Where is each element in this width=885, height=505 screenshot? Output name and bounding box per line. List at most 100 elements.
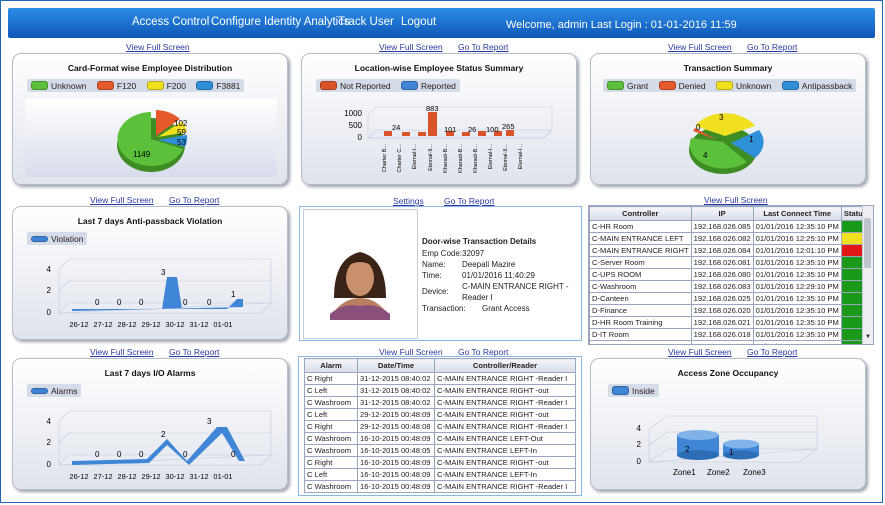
go-to-report-link-door[interactable]: Go To Report	[444, 196, 494, 206]
view-full-screen-link-location[interactable]: View Full Screen	[379, 42, 443, 52]
table-row[interactable]: C-MAIN ENTRANCE LEFT 192.168.026.082 01/01…	[589, 232, 871, 245]
legend-item: Denied	[658, 79, 706, 92]
table-row[interactable]: D-IT Room 192.168.026.018 01/01/2016 12:35…	[589, 328, 871, 341]
legend-item: Unknown	[31, 79, 86, 92]
view-full-screen-link-transaction[interactable]: View Full Screen	[668, 42, 732, 52]
x-label: 28-12	[117, 472, 136, 481]
controller-status-table: Controller IP Last Connect Time Status C…	[589, 206, 871, 344]
alarm-cell: C Washroom	[304, 396, 358, 409]
view-full-screen-link-card-format[interactable]: View Full Screen	[126, 42, 190, 52]
column-header[interactable]: Alarm	[304, 358, 358, 373]
y-tick: 0	[358, 133, 363, 142]
column-header[interactable]: Last Connect Time	[752, 206, 842, 221]
alarm-rows: C Right 31-12-2015 08:40:02 C-MAIN ENTRANC…	[304, 372, 576, 493]
table-row[interactable]: C-UPS ROOM 192.168.026.080 01/01/2016 12:3…	[589, 268, 871, 281]
go-to-report-link-location[interactable]: Go To Report	[458, 42, 508, 52]
nav-access-control[interactable]: Access Control	[132, 16, 209, 28]
device-value: C-MAIN ENTRANCE RIGHT - Reader I	[462, 282, 569, 302]
table-row[interactable]: C Left 31-12-2015 08:40:02 C-MAIN ENTRANCE…	[304, 384, 576, 397]
alarm-time-cell: 16-10-2015 00:48:09	[357, 480, 435, 493]
legend-label: Antipassback	[801, 80, 853, 91]
employee-photo	[303, 209, 418, 339]
legend-swatch	[320, 81, 337, 90]
legend-label: Denied	[678, 80, 706, 91]
io-alarms-area-chart: 4 2 0 0 0 0 2 0 3 0 26-12 27-12 28-12 29…	[47, 410, 272, 481]
view-full-screen-link-antipassback[interactable]: View Full Screen	[90, 195, 154, 205]
table-row[interactable]: C Right 31-12-2015 08:40:02 C-MAIN ENTRANC…	[304, 372, 576, 385]
x-label: Eternal-I...	[412, 144, 418, 170]
data-label: 0	[95, 450, 100, 459]
data-label: 0	[95, 298, 100, 307]
table-row[interactable]: D-Canteen 192.168.026.025 01/01/2016 12:35…	[589, 292, 871, 305]
table-row[interactable]: D-Finance 192.168.026.020 01/01/2016 12:35…	[589, 304, 871, 317]
go-to-report-link-zone[interactable]: Go To Report	[747, 347, 797, 357]
data-label: 0	[183, 450, 188, 459]
welcome-last-login: Welcome, admin Last Login : 01-01-2016 1…	[506, 19, 737, 31]
ip-cell: 192.168.026.080	[690, 268, 754, 281]
table-row[interactable]: C Left 16-10-2015 00:48:09 C-MAIN ENTRANCE…	[304, 468, 576, 481]
antipassback-area-chart: 4 2 0 0 0 0 3 0 0 1 26-12 27-12 28-12 29…	[47, 258, 272, 329]
table-row[interactable]: C Washroom 16-10-2015 00:48:09 C-MAIN ENTR…	[304, 480, 576, 493]
column-header[interactable]: Date/Time	[357, 358, 435, 373]
table-row[interactable]: C Left 29-12-2015 00:48:09 C-MAIN ENTRANCE…	[304, 408, 576, 421]
table-row[interactable]: C Washroom 16-10-2015 00:48:05 C-MAIN ENTR…	[304, 444, 576, 457]
view-full-screen-link-zone[interactable]: View Full Screen	[668, 347, 732, 357]
legend-swatch	[400, 81, 418, 90]
grid-line	[648, 431, 668, 446]
table-row[interactable]: C Washroom 31-12-2015 08:40:02 C-MAIN ENTR…	[304, 396, 576, 409]
last-connect-cell: 01/01/2016 12:35:10 PM	[752, 268, 842, 281]
table-row[interactable]: C-Washroom 192.168.026.083 01/01/2016 12:2…	[589, 280, 871, 293]
io-alarms-title: Last 7 days I/O Alarms	[104, 368, 196, 378]
controller-name-cell: C-Washroom	[589, 280, 692, 293]
transaction-panel: Transaction Summary Grant Denied Unknown…	[590, 53, 866, 185]
x-label: Zone2	[707, 468, 730, 477]
view-full-screen-link-controllers[interactable]: View Full Screen	[704, 195, 768, 205]
scroll-down-icon[interactable]: ▼	[865, 334, 871, 340]
y-tick: 0	[637, 457, 642, 466]
table-row[interactable]: D-HR Room Training 192.168.026.021 01/01/2…	[589, 316, 871, 329]
location-x-labels: Charter B... Charter C... Eternal-I... E…	[382, 144, 524, 174]
column-header[interactable]: IP	[690, 206, 754, 221]
top-nav-bar: Access Control Configure Identity Analyt…	[8, 8, 875, 38]
bar	[428, 112, 437, 136]
scrollbar[interactable]: ▼	[862, 206, 873, 344]
column-header[interactable]: Controller	[589, 206, 692, 221]
table-row[interactable]: C-Server Room 192.168.026.081 01/01/2016 1…	[589, 256, 871, 269]
legend-label: Unknown	[735, 80, 772, 91]
nav-track-user[interactable]: Track User	[338, 16, 394, 28]
legend-swatch	[196, 81, 214, 90]
controller-reader-cell: C-MAIN ENTRANCE LEFT-In	[434, 468, 576, 481]
zone-bar-base	[677, 450, 719, 460]
table-row[interactable]: C-HR Room 192.168.026.085 01/01/2016 12:35…	[589, 220, 871, 233]
access-zone-panel: Access Zone Occupancy Inside 4 2 0 2 1 Z…	[590, 358, 866, 490]
legend-swatch	[658, 81, 676, 90]
go-to-report-link-io-alarms[interactable]: Go To Report	[169, 347, 219, 357]
data-label: 0	[231, 450, 236, 459]
go-to-report-link-antipassback[interactable]: Go To Report	[169, 195, 219, 205]
bar-value-label: 26	[468, 125, 476, 134]
last-connect-cell: 01/01/2016 12:35:10 PM	[752, 304, 842, 317]
alarm-time-cell: 31-12-2015 08:40:02	[357, 396, 435, 409]
controller-reader-cell: C-MAIN ENTRANCE RIGHT -out	[434, 384, 576, 397]
view-full-screen-link-io-alarms[interactable]: View Full Screen	[90, 347, 154, 357]
ip-cell: 192.168.026.085	[690, 220, 754, 233]
data-label: 2	[685, 445, 690, 454]
access-zone-title: Access Zone Occupancy	[677, 368, 779, 378]
table-row[interactable]: C-MAIN ENTRANCE RIGHT 192.168.026.084 01/0…	[589, 244, 871, 257]
scrollbar-thumb[interactable]	[864, 218, 871, 268]
data-label: 3	[161, 268, 166, 277]
pie-label: 1	[749, 135, 754, 144]
nav-configure-identity-analytics[interactable]: Configure Identity Analytics	[211, 16, 350, 28]
controller-name-cell: C-HR Room	[589, 220, 692, 233]
antipassback-x-labels: 26-12 27-12 28-12 29-12 30-12 31-12 01-0…	[69, 320, 232, 329]
table-row[interactable]: C Right 29-12-2015 00:48:08 C-MAIN ENTRANC…	[304, 420, 576, 433]
table-row[interactable]: C Right 16-10-2015 00:48:09 C-MAIN ENTRANC…	[304, 456, 576, 469]
last-connect-cell: 01/01/2016 12:35:10 PM	[752, 292, 842, 305]
go-to-report-link-transaction[interactable]: Go To Report	[747, 42, 797, 52]
column-header[interactable]: Controller/Reader	[434, 358, 576, 373]
x-label: Eternal-I...	[518, 144, 524, 170]
nav-logout[interactable]: Logout	[401, 16, 436, 28]
table-row[interactable]: D-IT Store192.168.026.01601/01/2016 12:3…	[589, 340, 871, 344]
table-row[interactable]: C Washroom 16-10-2015 00:48:09 C-MAIN ENTR…	[304, 432, 576, 445]
settings-link[interactable]: Settings	[393, 196, 424, 206]
